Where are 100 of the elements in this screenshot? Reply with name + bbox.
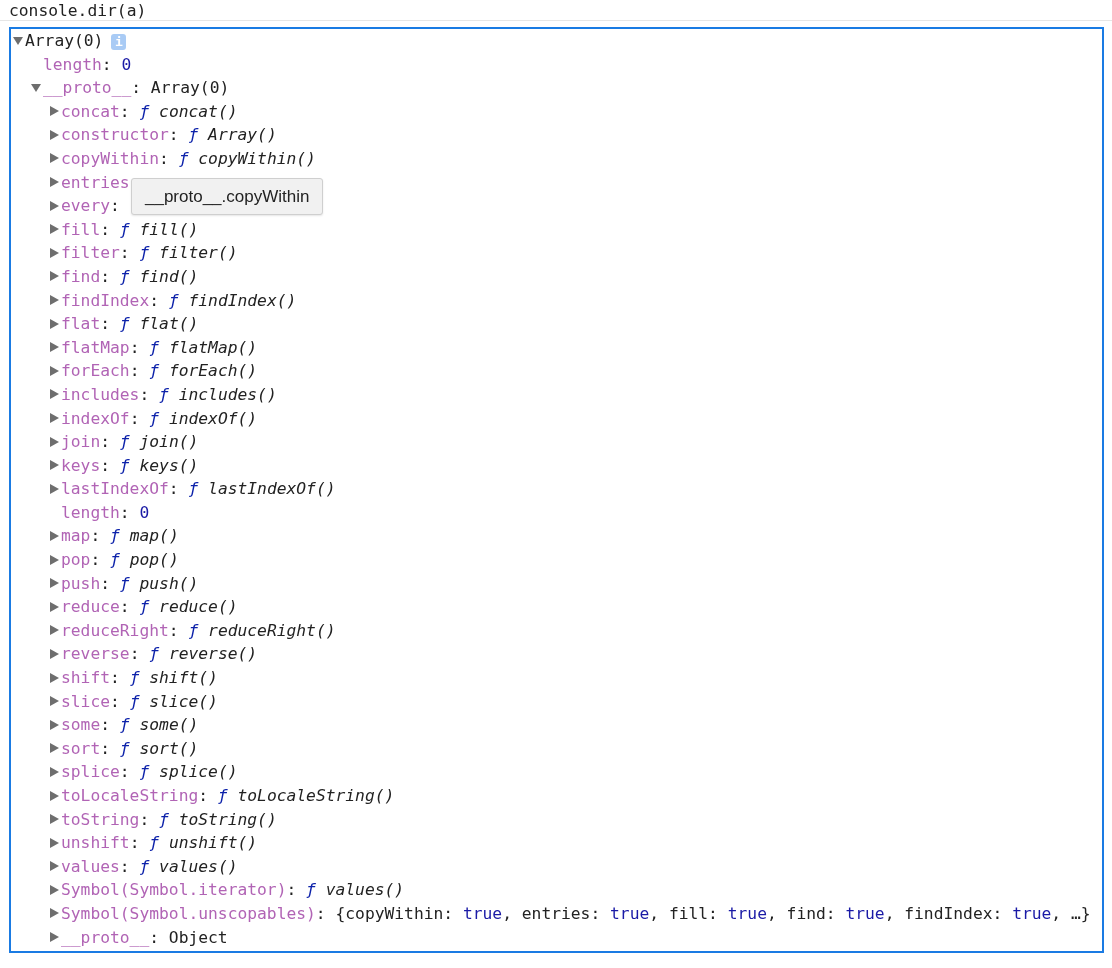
property-key[interactable]: flatMap xyxy=(61,337,130,357)
expand-triangle-icon[interactable] xyxy=(49,413,59,423)
expand-triangle-icon[interactable] xyxy=(49,766,59,777)
object-label[interactable]: Array(0) xyxy=(25,31,104,50)
function-signature: pop() xyxy=(129,550,179,570)
expand-triangle-icon[interactable] xyxy=(49,908,59,919)
property-key[interactable]: Symbol(Symbol.iterator) xyxy=(61,880,287,900)
property-key[interactable]: values xyxy=(61,856,120,876)
property-key[interactable]: reduce xyxy=(61,597,120,617)
expand-triangle-icon[interactable] xyxy=(49,719,59,730)
property-key[interactable]: forEach xyxy=(61,361,130,381)
expand-triangle-icon[interactable] xyxy=(49,625,59,636)
expand-triangle-icon[interactable] xyxy=(49,436,59,447)
function-marker: ƒ xyxy=(119,219,130,239)
property-key[interactable]: lastIndexOf xyxy=(61,479,169,499)
property-key[interactable]: includes xyxy=(61,384,140,404)
property-key[interactable]: copyWithin xyxy=(61,148,160,168)
expand-triangle-icon[interactable] xyxy=(49,200,59,211)
property-key[interactable]: Symbol(Symbol.unscopables) xyxy=(61,903,316,923)
property-key[interactable]: keys xyxy=(61,455,101,475)
property-key[interactable]: find xyxy=(61,266,101,286)
property-key[interactable]: findIndex xyxy=(61,290,150,310)
collapse-triangle-icon[interactable] xyxy=(13,35,23,45)
property-key[interactable]: fill xyxy=(61,219,101,239)
colon: : xyxy=(129,644,140,664)
property-key[interactable]: shift xyxy=(61,668,110,688)
property-key[interactable]: toLocaleString xyxy=(61,786,199,805)
property-key[interactable]: join xyxy=(61,432,101,452)
expand-triangle-icon[interactable] xyxy=(49,837,59,848)
property-key[interactable]: __proto__ xyxy=(61,927,150,947)
property-key[interactable]: __proto__ xyxy=(43,78,132,98)
expand-triangle-icon[interactable] xyxy=(49,153,59,164)
property-key[interactable]: reverse xyxy=(61,644,130,664)
expand-triangle-icon[interactable] xyxy=(49,648,59,659)
function-signature: filter() xyxy=(159,243,238,263)
colon: : xyxy=(129,833,140,853)
property-key[interactable]: slice xyxy=(61,691,110,711)
expand-triangle-icon[interactable] xyxy=(49,743,59,754)
property-key[interactable]: toString xyxy=(61,809,140,829)
property-key[interactable]: sort xyxy=(61,738,101,758)
property-key[interactable]: push xyxy=(61,573,101,593)
function-signature: push() xyxy=(139,573,199,593)
property-key[interactable]: constructor xyxy=(61,125,169,145)
property-key[interactable]: filter xyxy=(61,243,120,263)
function-marker: ƒ xyxy=(119,432,130,452)
collapse-triangle-icon[interactable] xyxy=(31,82,41,92)
expand-triangle-icon[interactable] xyxy=(49,460,59,471)
property-key[interactable]: length xyxy=(61,502,120,522)
property-key[interactable]: map xyxy=(61,526,91,546)
property-key[interactable]: indexOf xyxy=(61,408,130,428)
expand-triangle-icon[interactable] xyxy=(49,295,59,306)
expand-triangle-icon[interactable] xyxy=(49,814,59,825)
expand-triangle-icon[interactable] xyxy=(49,365,59,376)
expand-triangle-icon[interactable] xyxy=(49,318,59,329)
expand-triangle-icon[interactable] xyxy=(49,530,59,541)
property-key[interactable]: unshift xyxy=(61,833,130,853)
expand-triangle-icon[interactable] xyxy=(49,884,59,895)
expand-triangle-icon[interactable] xyxy=(49,932,59,943)
colon: : xyxy=(139,809,150,829)
expand-triangle-icon[interactable] xyxy=(49,483,59,494)
colon: : xyxy=(286,880,297,900)
expand-triangle-icon[interactable] xyxy=(49,342,59,353)
property-key[interactable]: concat xyxy=(61,101,120,121)
property-key[interactable]: length xyxy=(43,54,102,74)
colon: : xyxy=(119,243,130,263)
expand-triangle-icon[interactable] xyxy=(49,861,59,872)
summary-key: copyWithin: xyxy=(345,903,454,923)
expand-triangle-icon[interactable] xyxy=(49,247,59,258)
property-key[interactable]: every xyxy=(61,196,110,216)
property-key[interactable]: pop xyxy=(61,550,91,570)
expand-triangle-icon[interactable] xyxy=(49,177,59,188)
function-marker: ƒ xyxy=(178,148,189,168)
function-marker: ƒ xyxy=(139,101,150,121)
ellipsis-brace: …} xyxy=(1070,903,1091,923)
expand-triangle-icon[interactable] xyxy=(49,601,59,612)
colon: : xyxy=(129,337,140,357)
property-key[interactable]: some xyxy=(61,715,101,735)
colon: : xyxy=(119,762,130,782)
expand-triangle-icon[interactable] xyxy=(49,129,59,140)
expand-triangle-icon[interactable] xyxy=(49,696,59,707)
property-key[interactable]: reduceRight xyxy=(61,620,169,640)
expand-triangle-icon[interactable] xyxy=(49,554,59,565)
property-key[interactable]: splice xyxy=(61,762,120,782)
function-signature: sort() xyxy=(139,738,199,758)
function-signature: lastIndexOf() xyxy=(208,479,336,499)
colon: : xyxy=(149,927,160,947)
expand-triangle-icon[interactable] xyxy=(49,672,59,683)
colon: : xyxy=(100,432,111,452)
property-key[interactable]: flat xyxy=(61,314,101,334)
expand-triangle-icon[interactable] xyxy=(49,224,59,235)
function-signature: keys() xyxy=(139,455,199,475)
expand-triangle-icon[interactable] xyxy=(49,389,59,400)
expand-triangle-icon[interactable] xyxy=(49,271,59,282)
function-signature: forEach() xyxy=(168,361,258,381)
summary-value: true xyxy=(462,903,503,923)
expand-triangle-icon[interactable] xyxy=(49,790,59,801)
expand-triangle-icon[interactable] xyxy=(49,106,59,117)
expand-triangle-icon[interactable] xyxy=(49,578,59,589)
property-key[interactable]: entries xyxy=(61,172,130,192)
comma: , xyxy=(884,903,895,923)
